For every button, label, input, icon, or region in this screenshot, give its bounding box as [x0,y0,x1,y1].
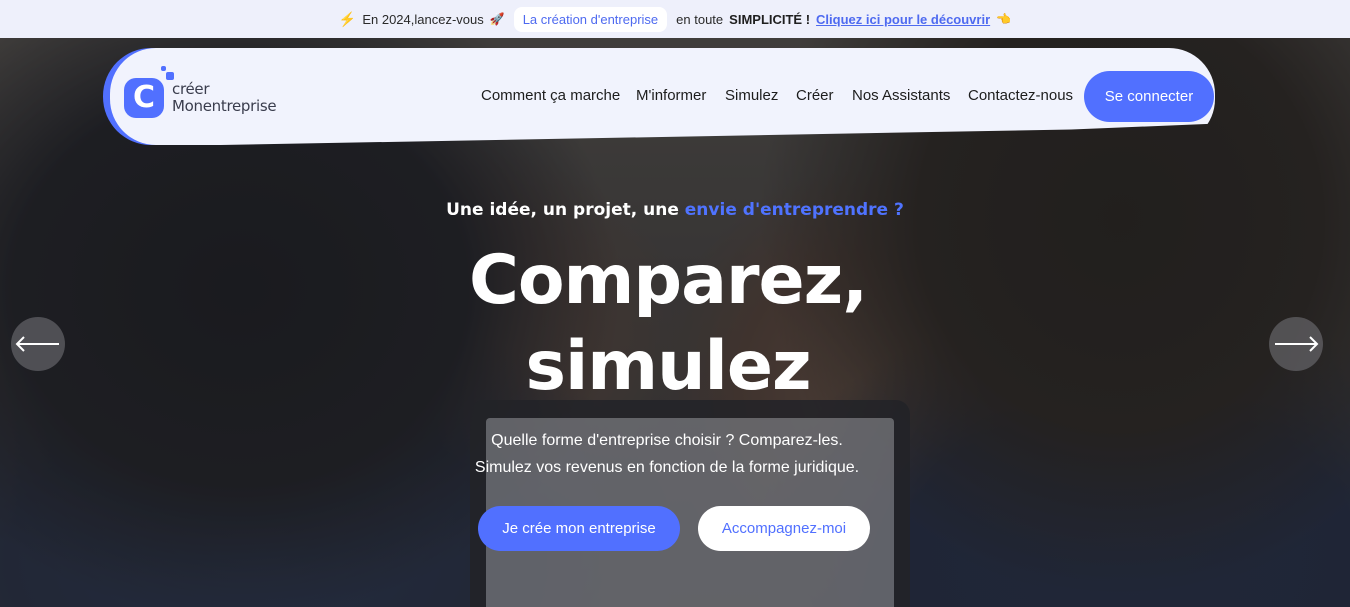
announcement-bar: ⚡ En 2024,lancez-vous 🚀 La création d'en… [0,0,1350,38]
logo-line-2: Monentreprise [172,97,277,115]
create-company-button[interactable]: Je crée mon entreprise [478,506,680,551]
logo-text: créer Monentreprise [172,80,277,115]
hero-tagline: Une idée, un projet, une envie d'entrepr… [0,200,1350,220]
logo-line-1: créer [172,80,210,98]
lightning-icon: ⚡ [338,10,357,27]
headline-line-1: Comparez, [468,241,868,320]
hero-description: Quelle forme d'entreprise choisir ? Comp… [0,427,1334,481]
brand-logo[interactable]: C créer Monentreprise [124,66,284,126]
hero-headline: Comparez, simulez [0,238,1336,410]
nav-item-nos-assistants[interactable]: Nos Assistants [852,87,950,104]
nav-item-contactez-nous[interactable]: Contactez-nous [968,87,1073,104]
tagline-plain: Une idée, un projet, une [446,200,679,220]
pointing-hand-icon: 👈 [996,12,1012,26]
nav-item-creer[interactable]: Créer [796,87,834,104]
announcement-link[interactable]: Cliquez ici pour le découvrir [816,12,990,27]
carousel-prev-button[interactable] [11,317,65,371]
nav-item-simulez[interactable]: Simulez [725,87,778,104]
nav-item-comment-ca-marche[interactable]: Comment ça marche [481,87,620,104]
arrow-left-icon [15,336,59,352]
announcement-emphasis: SIMPLICITÉ ! [729,11,811,27]
description-line-2: Simulez vos revenus en fonction de la fo… [474,459,860,476]
tagline-accent: envie d'entreprendre ? [684,200,904,220]
announcement-pill: La création d'entreprise [513,6,668,32]
announcement-lead: En 2024,lancez-vous [362,11,484,27]
arrow-right-icon [1275,336,1319,352]
rocket-icon: 🚀 [489,12,505,26]
nav-item-minformer[interactable]: M'informer [636,87,706,104]
headline-line-2: simulez [525,327,811,406]
support-me-button[interactable]: Accompagnez-moi [698,506,870,551]
announcement-middle: en toute [676,11,724,27]
carousel-next-button[interactable] [1269,317,1323,371]
description-line-1: Quelle forme d'entreprise choisir ? Comp… [491,432,843,449]
login-button[interactable]: Se connecter [1084,71,1214,122]
logo-mark-icon: C [124,66,174,118]
